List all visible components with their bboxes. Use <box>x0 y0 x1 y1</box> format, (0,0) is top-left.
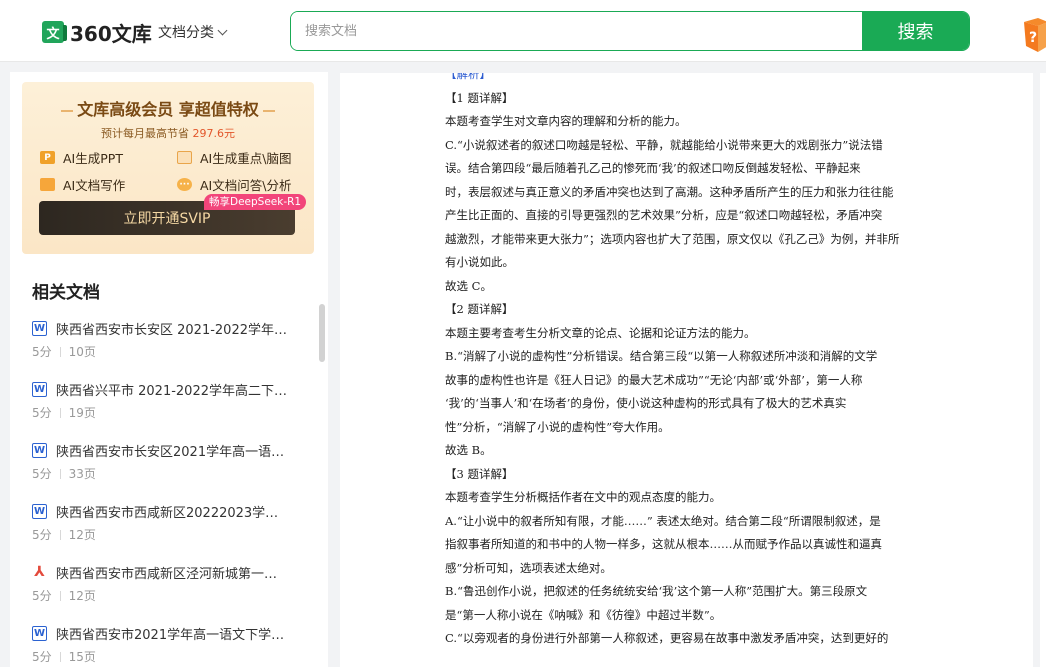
left-sidebar: 文库高级会员 享超值特权 预计每月最高节省 297.6元 P AI生成PPT A… <box>10 72 328 667</box>
doc-title[interactable]: 陕西省西安市西咸新区20222023学… <box>56 502 296 521</box>
word-doc-icon: W <box>32 503 47 519</box>
document-line: 本题考查学生分析概括作者在文中的观点态度的能力。 <box>445 490 721 504</box>
document-line: 是“第一人称小说在《呐喊》和《彷徨》中超过半数”。 <box>445 607 722 622</box>
feature-ai-ppt: P AI生成PPT <box>40 148 123 167</box>
doc-score: 5分 <box>32 467 52 481</box>
document-line: 产生比正面的、直接的引导更强烈的艺术效果”分析，应是“叙述口吻越轻松，矛盾冲突 <box>445 208 883 222</box>
category-menu[interactable]: 文档分类 <box>158 22 228 42</box>
doc-score: 5分 <box>32 589 52 603</box>
deepseek-badge: 畅享DeepSeek-R1 <box>204 194 307 210</box>
doc-pages: 15页 <box>68 650 96 664</box>
related-doc-item[interactable]: W 陕西省西安市长安区 2021-2022学年… 5分 10页 <box>32 318 302 366</box>
logo-icon: 文 <box>42 21 67 43</box>
doc-pages: 19页 <box>68 406 96 420</box>
search-input[interactable] <box>291 12 862 50</box>
gift-question-icon[interactable]: ? <box>1020 12 1046 54</box>
document-line: 误。结合第四段“最后随着孔乙己的惨死而‘我’的叙述口吻反倒越发轻松、平静起来 <box>445 161 861 175</box>
title-decoration <box>61 109 74 112</box>
document-line: A.“让小说中的叙者所知有限，才能……” 表述太绝对。结合第二段“所谓限制叙述，… <box>445 513 881 528</box>
right-panel-edge <box>1040 73 1046 667</box>
doc-title[interactable]: 陕西省西安市西咸新区泾河新城第一… <box>56 563 296 582</box>
document-viewer: 【解析】【1 题详解】本题考查学生对文章内容的理解和分析的能力。 C.“小说叙述者… <box>340 73 1033 667</box>
doc-score: 5分 <box>32 528 52 542</box>
related-docs-title: 相关文档 <box>32 283 100 303</box>
vip-subtitle: 预计每月最高节省 297.6元 <box>101 127 236 140</box>
title-decoration <box>262 109 275 112</box>
related-doc-item[interactable]: W 陕西省西安市西咸新区20222023学… 5分 12页 <box>32 501 302 549</box>
doc-pages: 12页 <box>68 589 96 603</box>
doc-pages: 33页 <box>68 467 96 481</box>
document-line: 有小说如此。 <box>445 255 514 269</box>
document-line: 时，表层叙述与真正意义的矛盾冲突也达到了高潮。这种矛盾所产生的压力和张力往往能 <box>445 184 894 199</box>
document-line: C.“以旁观者的身份进行外部第一人称叙述，更容易在故事中激发矛盾冲突，达到更好的 <box>445 631 889 645</box>
category-label: 文档分类 <box>158 25 214 41</box>
document-line: 【3 题详解】 <box>445 466 514 481</box>
document-line: B.“消解了小说的虚构性”分析错误。结合第三段“以第一人称叙述所冲淡和消解的文学 <box>445 349 878 363</box>
feature-ai-qa: ··· AI文档问答\分析 <box>177 175 291 194</box>
doc-score: 5分 <box>32 406 52 420</box>
logo-text: 360文库 <box>70 21 152 46</box>
doc-pages: 12页 <box>68 528 96 542</box>
vip-title: 文库高级会员 享超值特权 <box>22 96 314 120</box>
doc-score: 5分 <box>32 650 52 664</box>
document-page: 【解析】【1 题详解】本题考查学生对文章内容的理解和分析的能力。 C.“小说叙述者… <box>445 73 931 651</box>
document-line: 越激烈，才能带来更大张力”；选项内容也扩大了范围，原文仅以《孔乙己》为例，并非所 <box>445 231 900 246</box>
chevron-down-icon <box>217 25 228 35</box>
word-doc-icon: W <box>32 381 47 397</box>
document-line: C.“小说叙述者的叙述口吻越是轻松、平静，就越能给小说带来更大的戏剧张力”说法错 <box>445 137 883 152</box>
vip-price: 297.6元 <box>192 127 236 140</box>
related-doc-item[interactable]: W 陕西省西安市长安区2021学年高一语… 5分 33页 <box>32 440 302 488</box>
document-line: 本题主要考查考生分析文章的论点、论据和论证方法的能力。 <box>445 325 756 340</box>
document-line: 指叙事者所知道的和书中的人物一样多，这就从根本……从而赋予作品以真诚性和逼真 <box>445 537 882 551</box>
document-line: 【解析】 <box>445 73 491 81</box>
mind-map-icon <box>177 151 192 164</box>
doc-score: 5分 <box>32 345 52 359</box>
document-line: 【2 题详解】 <box>445 302 514 316</box>
word-doc-icon: W <box>32 442 47 458</box>
document-line: 故选 C。 <box>445 278 492 293</box>
svg-text:?: ? <box>1029 30 1037 46</box>
vip-promo-card: 文库高级会员 享超值特权 预计每月最高节省 297.6元 P AI生成PPT A… <box>22 82 314 254</box>
ppt-icon: P <box>40 151 55 164</box>
doc-pages: 10页 <box>68 345 96 359</box>
document-line: 感”分析可知，选项表述太绝对。 <box>445 560 612 575</box>
word-doc-icon: W <box>32 320 47 336</box>
related-doc-item[interactable]: ⅄ 陕西省西安市西咸新区泾河新城第一… 5分 12页 <box>32 562 302 610</box>
related-doc-item[interactable]: W 陕西省兴平市 2021-2022学年高二下… 5分 19页 <box>32 379 302 427</box>
top-header: 文 360文库 文档分类 搜索 ? <box>0 0 1046 62</box>
doc-title[interactable]: 陕西省西安市2021学年高一语文下学… <box>56 624 296 643</box>
doc-title[interactable]: 陕西省西安市长安区2021学年高一语… <box>56 441 296 460</box>
document-line: 故选 B。 <box>445 443 492 457</box>
related-doc-item[interactable]: W 陕西省西安市2021学年高一语文下学… 5分 15页 <box>32 623 302 667</box>
document-line: 性”分析，“消解了小说的虚构性”夸大作用。 <box>445 419 670 434</box>
write-icon <box>40 178 55 191</box>
pdf-doc-icon: ⅄ <box>34 564 45 580</box>
word-doc-icon: W <box>32 625 47 641</box>
site-logo[interactable]: 文 360文库 <box>42 19 152 46</box>
chat-icon: ··· <box>177 178 192 191</box>
doc-title[interactable]: 陕西省兴平市 2021-2022学年高二下… <box>56 380 296 399</box>
search-bar: 搜索 <box>290 11 970 51</box>
sidebar-scrollbar[interactable] <box>319 304 325 362</box>
feature-ai-writing: AI文档写作 <box>40 175 125 194</box>
document-line: B.“鲁迅创作小说，把叙述的任务统统安给‘我’这个第一人称”范围扩大。第三段原文 <box>445 584 868 598</box>
document-line: 【1 题详解】 <box>445 90 514 105</box>
doc-title[interactable]: 陕西省西安市长安区 2021-2022学年… <box>56 319 296 338</box>
feature-ai-mindmap: AI生成重点\脑图 <box>177 148 291 167</box>
document-line: ‘我’的‘当事人’和‘在场者’的身份，使小说这种虚构的形式具有了极大的艺术真实 <box>445 396 847 410</box>
document-line: 本题考查学生对文章内容的理解和分析的能力。 <box>445 114 687 128</box>
search-button[interactable]: 搜索 <box>862 12 969 50</box>
document-line: 故事的虚构性也许是《狂人日记》的最大艺术成功”“无论‘内部’或‘外部’，第一人称 <box>445 372 863 387</box>
